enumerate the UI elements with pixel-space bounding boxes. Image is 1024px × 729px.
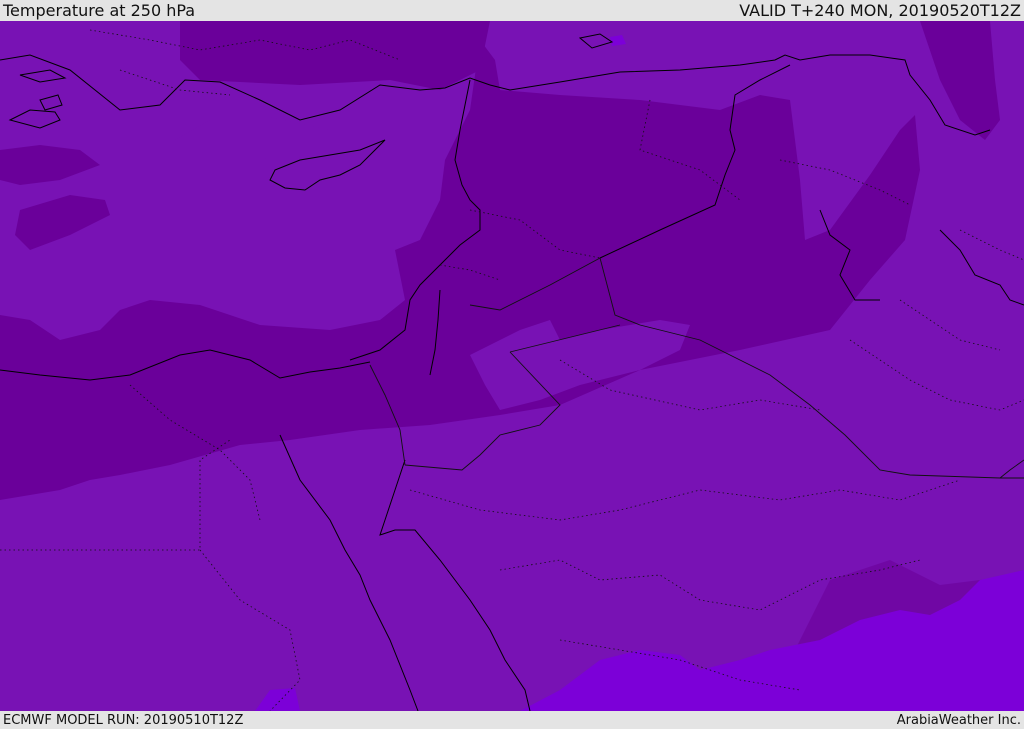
map-view[interactable] [0,21,1024,711]
credit: ArabiaWeather Inc. [896,712,1021,728]
footer-bar: ECMWF MODEL RUN: 20190510T12Z ArabiaWeat… [0,711,1024,729]
valid-time: VALID T+240 MON, 20190520T12Z [739,1,1021,20]
temp-level-cold-north [180,21,490,90]
map-title: Temperature at 250 hPa [3,1,196,20]
header-bar: Temperature at 250 hPa VALID T+240 MON, … [0,0,1024,21]
temperature-map [0,21,1024,711]
model-run: ECMWF MODEL RUN: 20190510T12Z [3,712,244,728]
